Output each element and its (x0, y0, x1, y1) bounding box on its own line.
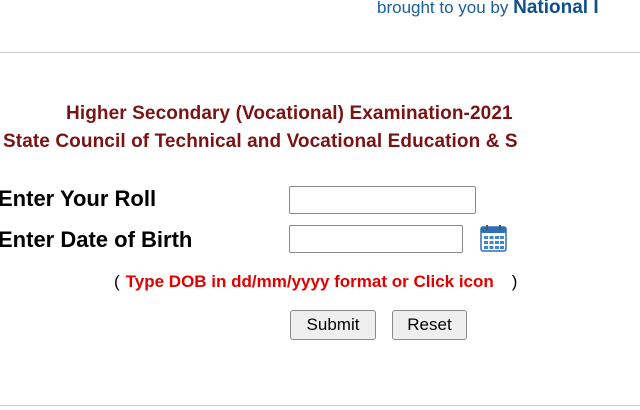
credit-prefix: brought to you by (377, 0, 514, 17)
roll-label: Enter Your Roll (0, 186, 157, 211)
top-bar: brought to you by National I (0, 0, 640, 53)
bottom-divider (0, 405, 640, 406)
hint-open-paren: ( (114, 272, 120, 291)
roll-input[interactable] (289, 186, 476, 214)
calendar-icon[interactable] (480, 225, 507, 252)
reset-button[interactable]: Reset (392, 310, 467, 340)
council-title: State Council of Technical and Vocationa… (3, 131, 518, 152)
dob-input[interactable] (289, 225, 463, 253)
credit-organization[interactable]: National I (513, 0, 599, 18)
hint-text: Type DOB in dd/mm/yyyy format or Click i… (125, 272, 494, 291)
dob-hint: ( Type DOB in dd/mm/yyyy format or Click … (114, 272, 517, 292)
submit-button[interactable]: Submit (290, 310, 376, 340)
credit-line: brought to you by National I (377, 0, 599, 19)
hint-close-paren: ) (511, 272, 518, 291)
dob-label: Enter Date of Birth (0, 227, 193, 252)
exam-title: Higher Secondary (Vocational) Examinatio… (66, 103, 513, 124)
